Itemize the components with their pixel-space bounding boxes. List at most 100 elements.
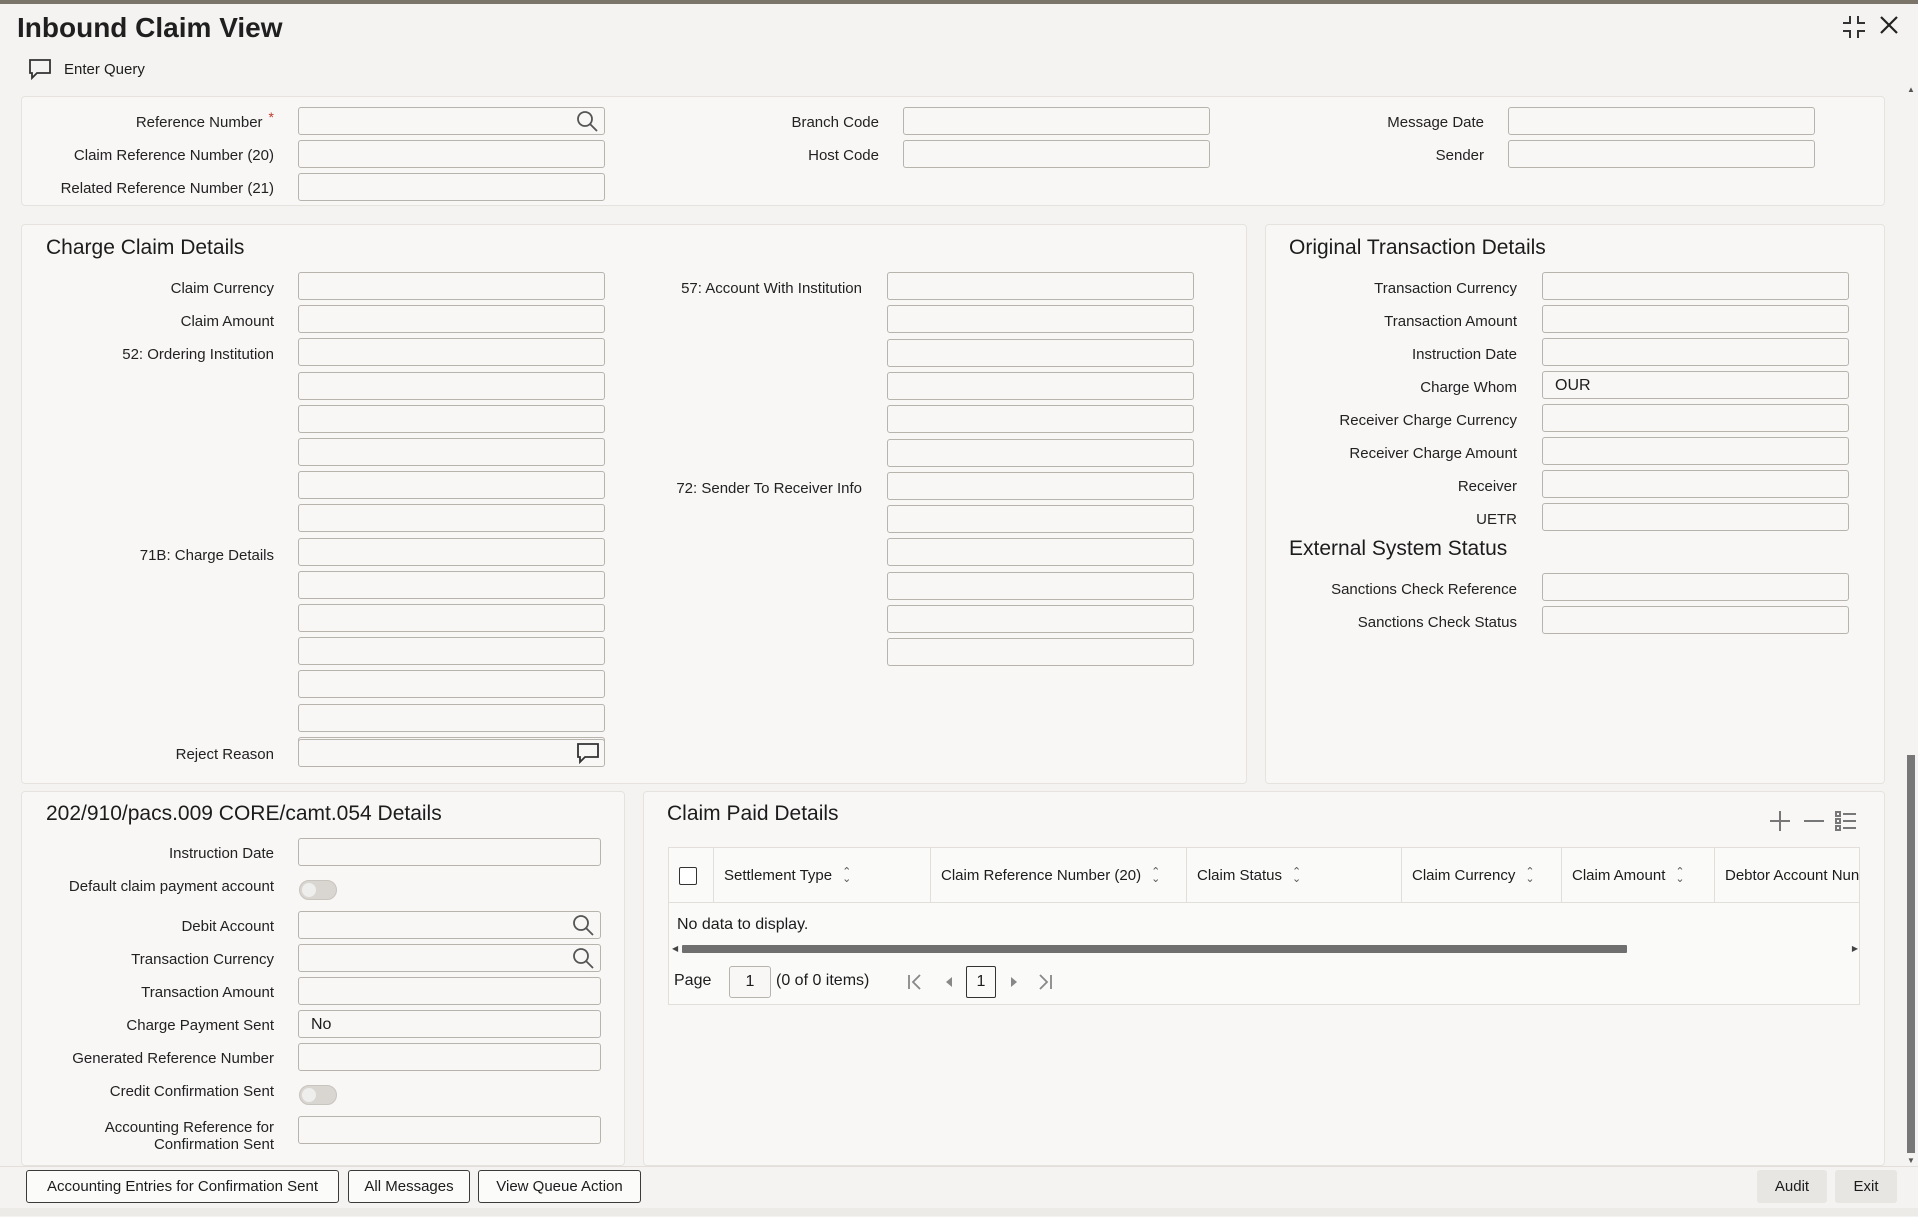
- charge-claim-field-14[interactable]: [298, 703, 605, 732]
- charge-claim-right-field-4[interactable]: [887, 371, 1194, 400]
- sender-label: Sender: [1435, 147, 1484, 164]
- charge-claim-right-field-8[interactable]: [887, 505, 1194, 534]
- scroll-down-arrow[interactable]: ▼: [1907, 1156, 1915, 1165]
- first-page-icon[interactable]: [906, 973, 924, 996]
- col-claim-currency[interactable]: Claim Currency ⌃ ⌄: [1402, 848, 1562, 903]
- charge-claim-field-4[interactable]: [298, 371, 605, 400]
- charge-claim-field-3[interactable]: [298, 338, 605, 367]
- instruction-date-input[interactable]: [1542, 338, 1849, 366]
- generated-reference-number-input[interactable]: [298, 1043, 601, 1071]
- charge-claim-field-6[interactable]: [298, 438, 605, 466]
- scroll-right-arrow[interactable]: ▶: [1852, 944, 1858, 953]
- previous-page-icon[interactable]: [942, 973, 956, 996]
- receiver-charge-amount-input[interactable]: [1542, 437, 1849, 465]
- add-icon[interactable]: [1768, 809, 1792, 838]
- all-messages-button[interactable]: All Messages: [348, 1170, 470, 1203]
- charge-claim-field-10[interactable]: [298, 570, 605, 599]
- charge-payment-sent-input[interactable]: No: [298, 1010, 601, 1038]
- transaction-currency-label: Transaction Currency: [1374, 280, 1517, 297]
- col-debtor-account[interactable]: Debtor Account Nun: [1715, 848, 1859, 903]
- sender-input[interactable]: [1508, 140, 1815, 168]
- charge-claim-field-11[interactable]: [298, 604, 605, 632]
- receiver-charge-currency-input[interactable]: [1542, 404, 1849, 432]
- charge-claim-right-field-12[interactable]: [887, 638, 1194, 667]
- original-transaction-title: Original Transaction Details: [1289, 236, 1546, 259]
- charge-claim-right-field-5[interactable]: [887, 405, 1194, 434]
- charge-payment-sent-label: Charge Payment Sent: [126, 1017, 274, 1034]
- horizontal-scrollbar[interactable]: ◀ ▶: [672, 944, 1858, 954]
- uetr-input[interactable]: [1542, 503, 1849, 531]
- charge-claim-right-field-9[interactable]: [887, 538, 1194, 567]
- charge-claim-field-1[interactable]: [298, 272, 605, 300]
- credit-confirmation-sent-toggle[interactable]: [299, 1085, 337, 1105]
- charge-claim-right-field-11[interactable]: [887, 605, 1194, 633]
- receiver-charge-currency-label: Receiver Charge Currency: [1339, 412, 1517, 429]
- receiver-input[interactable]: [1542, 470, 1849, 498]
- message-date-input[interactable]: [1508, 107, 1815, 135]
- charge-claim-right-field-3[interactable]: [887, 338, 1194, 367]
- default-claim-payment-account-toggle[interactable]: [299, 880, 337, 900]
- charge-claim-right-field-6[interactable]: [887, 438, 1194, 467]
- comment-icon[interactable]: [576, 742, 600, 769]
- charge-whom-input[interactable]: OUR: [1542, 371, 1849, 399]
- enter-query-button[interactable]: Enter Query: [28, 58, 145, 80]
- audit-button[interactable]: Audit: [1757, 1170, 1827, 1203]
- charge-claim-field-2[interactable]: [298, 305, 605, 334]
- col-claim-amount[interactable]: Claim Amount ⌃ ⌄: [1562, 848, 1715, 903]
- charge-claim-field-7[interactable]: [298, 471, 605, 500]
- pacs-transaction-currency-input[interactable]: [298, 944, 601, 972]
- charge-claim-right-field-2[interactable]: [887, 305, 1194, 334]
- charge-claim-field-5[interactable]: [298, 404, 605, 433]
- search-icon[interactable]: [576, 110, 598, 137]
- related-reference-number-input[interactable]: [298, 173, 605, 201]
- charge-claim-field-9[interactable]: [298, 537, 605, 566]
- next-page-icon[interactable]: [1007, 973, 1021, 996]
- current-page-indicator[interactable]: 1: [966, 966, 996, 998]
- transaction-currency-input[interactable]: [1542, 272, 1849, 300]
- accounting-reference-input[interactable]: [298, 1116, 601, 1144]
- claim-reference-number-input[interactable]: [298, 140, 605, 168]
- col-claim-status[interactable]: Claim Status ⌃ ⌄: [1187, 848, 1402, 903]
- reference-number-input[interactable]: [298, 107, 605, 135]
- scrollbar-thumb[interactable]: [682, 945, 1627, 953]
- remove-icon[interactable]: [1802, 809, 1826, 838]
- accounting-entries-button[interactable]: Accounting Entries for Confirmation Sent: [26, 1170, 339, 1203]
- sanctions-check-reference-input[interactable]: [1542, 573, 1849, 601]
- scroll-left-arrow[interactable]: ◀: [672, 944, 678, 953]
- search-icon[interactable]: [572, 914, 594, 941]
- charge-claim-right-field-7[interactable]: [887, 471, 1194, 500]
- charge-claim-right-field-1[interactable]: [887, 272, 1194, 300]
- column-list-icon[interactable]: [1834, 809, 1858, 838]
- pacs-transaction-amount-input[interactable]: [298, 977, 601, 1005]
- select-all-checkbox[interactable]: [679, 866, 697, 885]
- vertical-scrollbar[interactable]: ▲ ▼: [1906, 85, 1916, 1165]
- col-settlement-type[interactable]: Settlement Type ⌃ ⌄: [714, 848, 931, 903]
- debit-account-input[interactable]: [298, 911, 601, 939]
- charge-claim-field-12[interactable]: [298, 637, 605, 666]
- reject-reason-label: Reject Reason: [175, 746, 274, 763]
- charge-claim-right-field-10[interactable]: [887, 571, 1194, 600]
- exit-button[interactable]: Exit: [1835, 1170, 1897, 1203]
- vertical-scrollbar-thumb[interactable]: [1907, 755, 1915, 1153]
- accounting-reference-label: Accounting Reference for Confirmation Se…: [104, 1119, 274, 1153]
- charge-claim-field-13[interactable]: [298, 670, 605, 699]
- host-code-input[interactable]: [903, 140, 1210, 168]
- scroll-up-arrow[interactable]: ▲: [1907, 85, 1915, 94]
- ordering-institution-label: 52: Ordering Institution: [122, 346, 274, 363]
- reject-reason-input[interactable]: [298, 739, 605, 767]
- host-code-label: Host Code: [808, 147, 879, 164]
- maximize-icon[interactable]: [1841, 14, 1867, 46]
- last-page-icon[interactable]: [1036, 973, 1054, 996]
- branch-code-input[interactable]: [903, 107, 1210, 135]
- charge-claim-field-8[interactable]: [298, 504, 605, 533]
- search-icon[interactable]: [572, 947, 594, 974]
- transaction-amount-input[interactable]: [1542, 305, 1849, 333]
- pacs-instruction-date-input[interactable]: [298, 838, 601, 866]
- col-claim-reference-number[interactable]: Claim Reference Number (20) ⌃ ⌄: [931, 848, 1187, 903]
- pacs-details-title: 202/910/pacs.009 CORE/camt.054 Details: [46, 802, 442, 825]
- sanctions-check-status-input[interactable]: [1542, 606, 1849, 634]
- close-icon[interactable]: [1878, 14, 1900, 42]
- page-number-input[interactable]: 1: [729, 966, 771, 998]
- view-queue-action-button[interactable]: View Queue Action: [478, 1170, 641, 1203]
- generated-reference-number-label: Generated Reference Number: [72, 1050, 274, 1067]
